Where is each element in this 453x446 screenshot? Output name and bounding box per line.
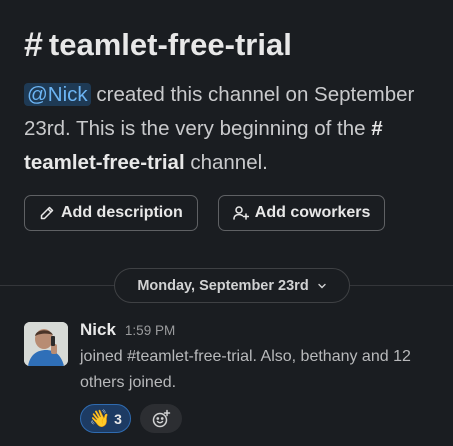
pencil-icon xyxy=(40,206,54,220)
add-description-label: Add description xyxy=(61,204,183,221)
channel-intro: # teamlet-free-trial @Nick created this … xyxy=(24,22,444,180)
reactions-bar: 👋 3 xyxy=(80,404,182,433)
channel-title: # teamlet-free-trial xyxy=(24,22,444,68)
add-reaction-button[interactable] xyxy=(139,404,182,433)
add-emoji-icon xyxy=(152,409,171,427)
add-coworkers-label: Add coworkers xyxy=(254,204,371,221)
channel-link-hash: # xyxy=(371,117,383,140)
date-divider-button[interactable]: Monday, September 23rd xyxy=(114,268,350,303)
add-person-icon xyxy=(233,206,249,220)
channel-link-name: teamlet-free-trial xyxy=(24,151,185,174)
add-coworkers-button[interactable]: Add coworkers xyxy=(217,195,386,231)
channel-name: teamlet-free-trial xyxy=(48,27,292,62)
waving-hand-icon: 👋 xyxy=(89,409,111,428)
reaction-pill[interactable]: 👋 3 xyxy=(80,404,131,433)
user-mention[interactable]: @Nick xyxy=(24,83,91,106)
message-body: Nick 1:59 PM joined #teamlet-free-trial.… xyxy=(80,320,440,396)
channel-intro-text: @Nick created this channel on September … xyxy=(24,78,444,180)
chevron-down-icon xyxy=(317,283,326,288)
reaction-count: 3 xyxy=(114,410,122,427)
avatar[interactable] xyxy=(24,322,68,366)
message-text: joined #teamlet-free-trial. Also, bethan… xyxy=(80,348,411,391)
channel-actions: Add description Add coworkers xyxy=(24,195,386,231)
channel-hash-icon: # xyxy=(24,26,43,64)
message-author[interactable]: Nick xyxy=(80,320,116,340)
message-header: Nick 1:59 PM xyxy=(80,320,440,340)
channel-view: # teamlet-free-trial @Nick created this … xyxy=(0,0,453,446)
message-timestamp[interactable]: 1:59 PM xyxy=(125,323,175,338)
date-divider-label: Monday, September 23rd xyxy=(137,277,309,294)
add-description-button[interactable]: Add description xyxy=(24,195,198,231)
intro-text-2: channel. xyxy=(184,151,268,174)
